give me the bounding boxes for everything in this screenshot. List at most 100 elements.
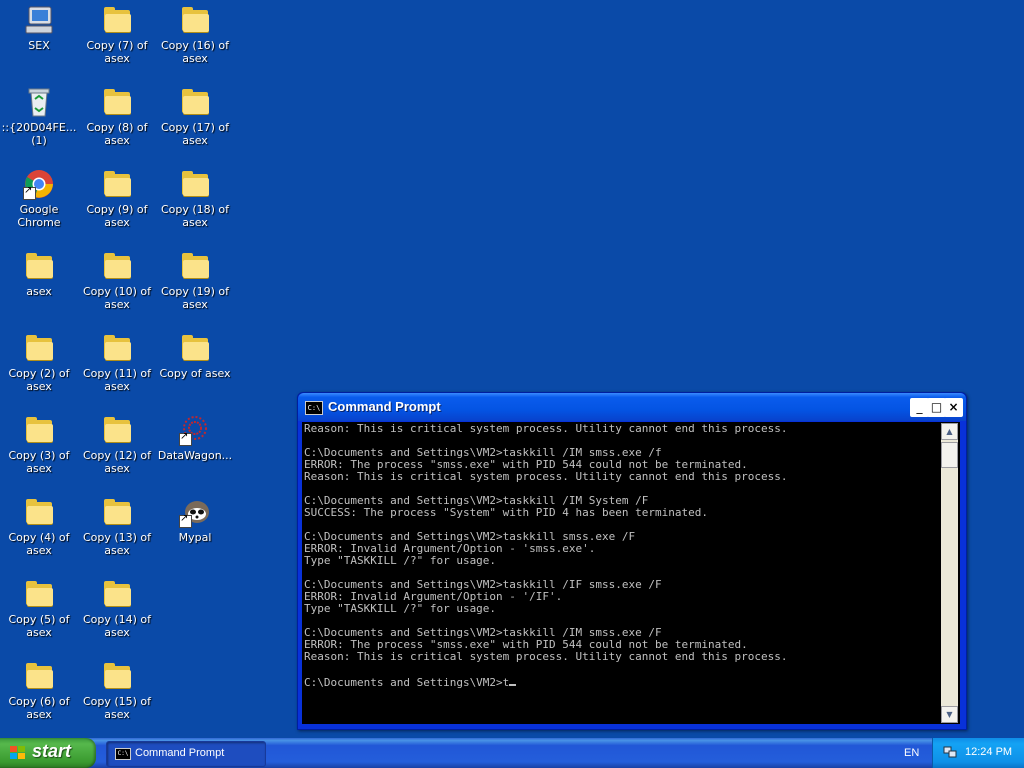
recycle-bin-icon	[23, 86, 55, 118]
folder-icon	[23, 578, 55, 610]
desktop-icon[interactable]: Copy (12) of asex	[78, 414, 156, 475]
system-tray: 12:24 PM	[932, 738, 1024, 768]
console-line: Reason: This is critical system process.…	[304, 650, 788, 663]
windows-logo-icon	[10, 746, 26, 761]
folder-icon	[101, 496, 133, 528]
desktop-icon-label: Copy of asex	[159, 367, 231, 380]
taskbar-button-command-prompt[interactable]: C:\ Command Prompt	[106, 741, 266, 767]
desktop-icon[interactable]: Copy (11) of asex	[78, 332, 156, 393]
console-line: SUCCESS: The process "System" with PID 4…	[304, 506, 708, 519]
desktop-icon[interactable]: asex	[0, 250, 78, 298]
desktop-icon[interactable]: Copy (7) of asex	[78, 4, 156, 65]
desktop-icon[interactable]: Mypal	[156, 496, 234, 544]
desktop-icon[interactable]: Google Chrome	[0, 168, 78, 229]
language-indicator[interactable]: EN	[904, 747, 919, 759]
folder-icon	[101, 168, 133, 200]
desktop-icon[interactable]: DataWagon...	[156, 414, 234, 462]
desktop-icon-label: asex	[26, 285, 52, 298]
desktop-icon[interactable]: Copy (14) of asex	[78, 578, 156, 639]
folder-icon	[101, 578, 133, 610]
console-output[interactable]: Reason: This is critical system process.…	[304, 423, 940, 723]
folder-icon	[23, 660, 55, 692]
desktop-icon-label: Copy (12) of asex	[82, 449, 152, 475]
desktop-icon[interactable]: Copy (3) of asex	[0, 414, 78, 475]
mypal-icon	[179, 496, 211, 528]
folder-icon	[101, 414, 133, 446]
desktop-icon-label: Copy (13) of asex	[82, 531, 152, 557]
folder-icon	[23, 332, 55, 364]
folder-icon	[23, 250, 55, 282]
vertical-scrollbar[interactable]: ▲ ▼	[941, 423, 958, 723]
console-lines: Reason: This is critical system process.…	[304, 423, 787, 663]
desktop-icon[interactable]: ::{20D04FE... (1)	[0, 86, 78, 147]
console-line: Type "TASKKILL /?" for usage.	[304, 602, 497, 615]
desktop-icon[interactable]: Copy (13) of asex	[78, 496, 156, 557]
console-input-line[interactable]: C:\Documents and Settings\VM2>t	[304, 676, 509, 689]
desktop-icon-label: Google Chrome	[17, 203, 61, 229]
desktop-icon[interactable]: Copy (8) of asex	[78, 86, 156, 147]
cmd-icon: C:\	[115, 748, 131, 760]
start-label: start	[32, 741, 72, 761]
desktop-icon-label: DataWagon...	[157, 449, 233, 462]
taskbar: start C:\ Command Prompt EN 12:24 PM	[0, 738, 1024, 768]
desktop-icon-label: ::{20D04FE... (1)	[1, 121, 77, 147]
console-line: Reason: This is critical system process.…	[304, 470, 788, 483]
folder-icon	[101, 332, 133, 364]
desktop-icon[interactable]: Copy (5) of asex	[0, 578, 78, 639]
desktop-icon[interactable]: Copy (6) of asex	[0, 660, 78, 721]
scroll-up-icon[interactable]: ▲	[941, 423, 958, 440]
desktop-icon-label: Copy (16) of asex	[160, 39, 230, 65]
clock[interactable]: 12:24 PM	[965, 746, 1012, 758]
folder-icon	[101, 250, 133, 282]
desktop-icon-label: Copy (9) of asex	[86, 203, 148, 229]
scroll-thumb[interactable]	[941, 442, 958, 468]
desktop-icon-label: Mypal	[178, 531, 212, 544]
window-titlebar[interactable]: C:\ Command Prompt _ □ ×	[298, 393, 966, 421]
desktop-icon-label: SEX	[28, 39, 50, 52]
desktop-icon[interactable]: Copy (9) of asex	[78, 168, 156, 229]
desktop-icon-label: Copy (14) of asex	[82, 613, 152, 639]
folder-icon	[179, 168, 211, 200]
desktop-icon-label: Copy (7) of asex	[86, 39, 148, 65]
desktop-icon-label: Copy (18) of asex	[160, 203, 230, 229]
desktop-icon[interactable]: Copy (15) of asex	[78, 660, 156, 721]
desktop-icon[interactable]: Copy (19) of asex	[156, 250, 234, 311]
folder-icon	[23, 414, 55, 446]
cmd-icon: C:\	[305, 401, 323, 415]
my-computer-icon	[23, 4, 55, 36]
desktop-icon-label: Copy (17) of asex	[160, 121, 230, 147]
desktop-icon-label: Copy (4) of asex	[8, 531, 70, 557]
desktop-icon-label: Copy (10) of asex	[82, 285, 152, 311]
network-icon[interactable]	[943, 745, 957, 759]
desktop-icon-label: Copy (2) of asex	[8, 367, 70, 393]
desktop-icon-label: Copy (3) of asex	[8, 449, 70, 475]
desktop-icon-label: Copy (5) of asex	[8, 613, 70, 639]
text-cursor	[509, 675, 517, 686]
folder-icon	[179, 4, 211, 36]
desktop-icon[interactable]: Copy (18) of asex	[156, 168, 234, 229]
console-area[interactable]: Reason: This is critical system process.…	[302, 422, 960, 724]
scroll-down-icon[interactable]: ▼	[941, 706, 958, 723]
desktop-icon[interactable]: Copy (4) of asex	[0, 496, 78, 557]
folder-icon	[101, 4, 133, 36]
desktop-icon[interactable]: Copy (10) of asex	[78, 250, 156, 311]
close-button[interactable]: ×	[944, 398, 963, 417]
desktop-icon[interactable]: Copy of asex	[156, 332, 234, 380]
desktop-icon[interactable]: Copy (17) of asex	[156, 86, 234, 147]
folder-icon	[179, 86, 211, 118]
desktop-icon-label: Copy (15) of asex	[82, 695, 152, 721]
desktop-icon[interactable]: Copy (16) of asex	[156, 4, 234, 65]
window-title: Command Prompt	[328, 399, 441, 414]
command-prompt-window[interactable]: C:\ Command Prompt _ □ × Reason: This is…	[297, 392, 967, 730]
folder-icon	[179, 250, 211, 282]
desktop-icon-label: Copy (11) of asex	[82, 367, 152, 393]
start-button[interactable]: start	[0, 738, 96, 768]
folder-icon	[179, 332, 211, 364]
datawagon-icon	[179, 414, 211, 446]
desktop-icon[interactable]: SEX	[0, 4, 78, 52]
desktop-icon-label: Copy (8) of asex	[86, 121, 148, 147]
desktop-icon-label: Copy (19) of asex	[160, 285, 230, 311]
desktop-icon[interactable]: Copy (2) of asex	[0, 332, 78, 393]
chrome-icon	[23, 168, 55, 200]
console-line: Type "TASKKILL /?" for usage.	[304, 554, 497, 567]
